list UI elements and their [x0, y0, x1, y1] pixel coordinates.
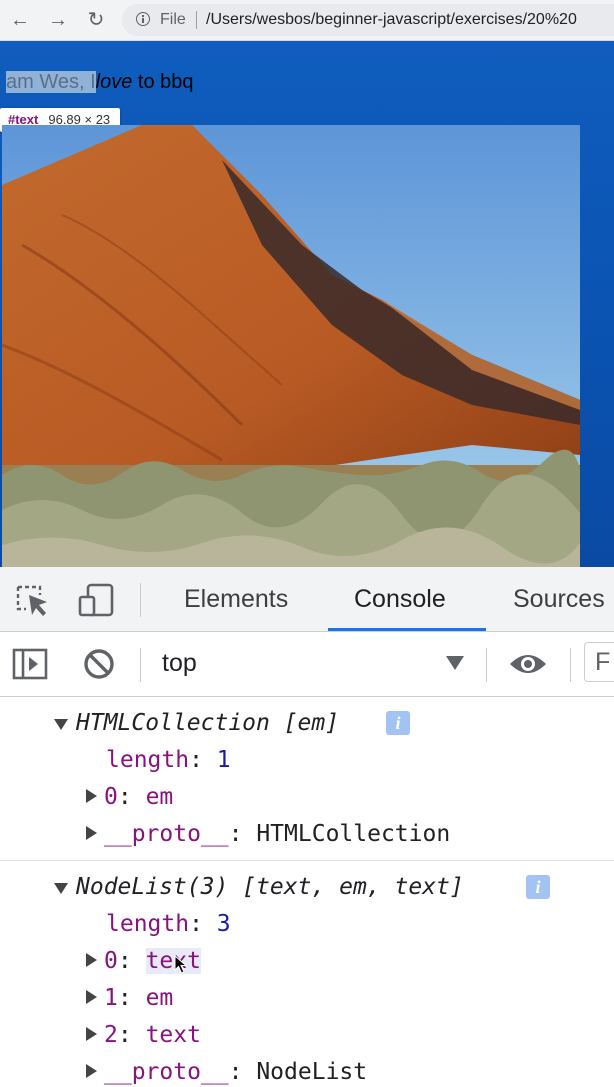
property-key: 2 — [104, 1022, 118, 1048]
expand-triangle-down-icon[interactable] — [54, 719, 68, 730]
address-bar[interactable]: File /Users/wesbos/beginner-javascript/e… — [122, 4, 614, 36]
nodelist-title-text: NodeList(3) [text, em, text] — [76, 874, 464, 900]
tab-console[interactable]: Console — [354, 585, 446, 614]
page-viewport: am Wes, Ilove to bbq #text 96.89 × 23 — [0, 41, 614, 567]
colon: : — [228, 1059, 257, 1085]
console-output: HTMLCollection [em] i length: 1 0: em __… — [0, 697, 614, 1085]
expand-triangle-right-icon[interactable] — [86, 789, 97, 803]
info-icon[interactable]: i — [526, 875, 550, 899]
em-text: love — [95, 71, 133, 93]
property-key: __proto__ — [104, 1059, 229, 1085]
colon: : — [189, 747, 217, 773]
forward-icon[interactable]: → — [46, 8, 70, 32]
info-icon[interactable]: i — [386, 711, 410, 735]
property-row[interactable]: 2: text — [104, 1020, 201, 1050]
back-icon[interactable]: ← — [8, 8, 32, 32]
device-toolbar-icon[interactable] — [78, 583, 116, 617]
toolbar-divider-2 — [140, 648, 141, 682]
colon: : — [117, 985, 146, 1011]
clear-console-icon[interactable] — [82, 647, 116, 681]
expand-triangle-right-icon[interactable] — [86, 1027, 97, 1041]
colon: : — [117, 784, 146, 810]
show-sidebar-icon[interactable] — [12, 648, 48, 680]
inspect-element-icon[interactable] — [16, 585, 50, 617]
property-value: 3 — [216, 911, 231, 937]
expand-triangle-down-icon[interactable] — [54, 883, 68, 894]
property-value: em — [145, 784, 174, 810]
active-tab-indicator — [328, 628, 486, 631]
trailing-text: to bbq — [132, 71, 194, 93]
property-row: length: 1 — [106, 745, 231, 775]
property-row[interactable]: __proto__: NodeList — [104, 1057, 367, 1087]
message-divider — [0, 860, 614, 861]
nodelist-title[interactable]: NodeList(3) [text, em, text] — [76, 872, 464, 902]
property-key: __proto__ — [104, 821, 229, 847]
uluru-photo — [2, 125, 580, 567]
htmlcollection-title[interactable]: HTMLCollection [em] — [76, 708, 339, 738]
property-value: text — [145, 1022, 201, 1048]
mouse-cursor-icon — [174, 955, 188, 974]
property-row[interactable]: 1: em — [104, 983, 173, 1013]
property-row[interactable]: __proto__: HTMLCollection — [104, 819, 450, 849]
property-row[interactable]: 0: em — [104, 782, 173, 812]
expand-triangle-right-icon[interactable] — [86, 990, 97, 1004]
devtools-panel: Elements Console Sources top F HTMLColle… — [0, 567, 614, 1085]
reload-icon[interactable]: ↻ — [84, 8, 108, 32]
colon: : — [117, 948, 146, 974]
live-expression-eye-icon[interactable] — [508, 651, 548, 677]
tab-elements[interactable]: Elements — [184, 585, 288, 614]
site-info-icon[interactable] — [136, 12, 150, 26]
colon: : — [228, 821, 257, 847]
property-key: 0 — [104, 948, 118, 974]
expand-triangle-right-icon[interactable] — [86, 953, 97, 967]
highlighted-text-node: am Wes, I — [6, 71, 96, 93]
property-value: HTMLCollection — [256, 821, 451, 847]
property-value: em — [145, 985, 174, 1011]
colon: : — [189, 911, 217, 937]
toolbar-divider-3 — [486, 648, 487, 682]
devtools-tabbar: Elements Console Sources — [0, 567, 614, 632]
toolbar-divider — [140, 583, 141, 617]
console-toolbar: top F — [0, 632, 614, 697]
toolbar-divider-4 — [570, 648, 571, 682]
property-row: length: 3 — [106, 909, 231, 939]
tab-sources[interactable]: Sources — [513, 585, 605, 614]
chevron-down-icon[interactable] — [446, 656, 464, 670]
property-value: 1 — [216, 747, 231, 773]
property-key: length — [106, 911, 190, 937]
property-value: NodeList — [256, 1059, 368, 1085]
page-paragraph: am Wes, Ilove to bbq — [6, 71, 194, 94]
browser-toolbar: ← → ↻ File /Users/wesbos/beginner-javasc… — [0, 0, 614, 41]
property-key: length — [106, 747, 190, 773]
property-key: 1 — [104, 985, 118, 1011]
url-divider — [196, 11, 197, 29]
filter-input[interactable]: F — [584, 642, 614, 682]
expand-triangle-right-icon[interactable] — [86, 1064, 97, 1078]
url-text[interactable]: /Users/wesbos/beginner-javascript/exerci… — [206, 11, 577, 29]
expand-triangle-right-icon[interactable] — [86, 826, 97, 840]
property-key: 0 — [104, 784, 118, 810]
url-scheme: File — [160, 11, 186, 28]
colon: : — [117, 1022, 146, 1048]
execution-context-select[interactable]: top — [162, 649, 197, 678]
